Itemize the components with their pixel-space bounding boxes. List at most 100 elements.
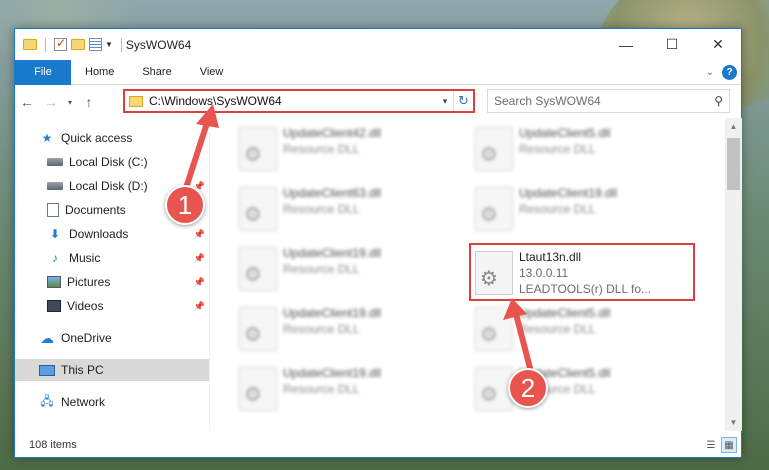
sidebar-item-label: Videos — [67, 299, 104, 313]
file-name: UpdateClient63.dll — [283, 186, 382, 200]
pin-icon[interactable]: 📌 — [194, 229, 205, 240]
sidebar-item-videos[interactable]: Videos 📌 — [15, 295, 209, 317]
list-item[interactable]: UpdateClient63.dll Resource DLL — [239, 185, 459, 237]
tab-home[interactable]: Home — [71, 60, 128, 85]
pin-icon[interactable]: 📌 — [194, 277, 205, 288]
list-item[interactable]: UpdateClient42.dll Resource DLL — [239, 125, 459, 177]
sidebar-item-label: Pictures — [67, 275, 111, 289]
customize-icon[interactable] — [89, 38, 102, 51]
sidebar-item-label: OneDrive — [61, 331, 112, 345]
file-explorer-window: ▼ SysWOW64 — ☐ ✕ File Home Share View ⌄ … — [14, 28, 742, 458]
list-item[interactable]: UpdateClient19.dll Resource DLL — [239, 245, 459, 297]
drive-icon — [47, 158, 63, 166]
sidebar-item-local-disk-c[interactable]: Local Disk (C:) — [15, 151, 209, 173]
details-view-icon[interactable]: ☰ — [703, 437, 719, 453]
navigation-bar: ← → ▾ ↑ C:\Windows\SysWOW64 ▾ ↻ ⚲ — [15, 86, 741, 118]
up-button[interactable]: ↑ — [77, 90, 101, 114]
address-path[interactable]: C:\Windows\SysWOW64 — [149, 94, 437, 108]
dll-file-icon — [475, 187, 513, 231]
file-type: Resource DLL — [283, 382, 360, 396]
pane-divider[interactable] — [209, 121, 210, 431]
folder-icon — [23, 39, 37, 50]
maximize-button[interactable]: ☐ — [649, 29, 695, 60]
file-name: UpdateClient19.dll — [283, 306, 382, 320]
list-item[interactable]: UpdateClient5.dll Resource DLL — [475, 305, 695, 357]
tiles-view-icon[interactable]: ▦ — [721, 437, 737, 453]
scroll-down-icon[interactable]: ▼ — [725, 414, 742, 431]
file-type: Resource DLL — [283, 322, 360, 336]
callout-1: 1 — [165, 185, 205, 225]
ribbon-right-controls: ⌄ ? — [706, 65, 737, 80]
sidebar-item-label: Music — [69, 251, 101, 265]
search-input[interactable] — [494, 94, 715, 108]
this-pc-icon — [39, 364, 55, 376]
vertical-scrollbar[interactable]: ▲ ▼ — [725, 118, 742, 431]
onedrive-icon: ☁ — [40, 329, 54, 346]
list-item[interactable]: UpdateClient19.dll Resource DLL — [239, 305, 459, 357]
list-item[interactable]: UpdateClient5.dll Resource DLL — [475, 125, 695, 177]
music-icon: ♪ — [52, 251, 58, 265]
close-button[interactable]: ✕ — [695, 29, 741, 60]
minimize-button[interactable]: — — [603, 29, 649, 60]
pin-icon[interactable]: 📌 — [194, 253, 205, 264]
sidebar-item-this-pc[interactable]: This PC — [15, 359, 209, 381]
callout-2: 2 — [508, 368, 548, 408]
sidebar-item-downloads[interactable]: ⬇ Downloads 📌 — [15, 223, 209, 245]
star-icon: ★ — [41, 131, 53, 145]
help-button[interactable]: ? — [722, 65, 737, 80]
pictures-icon — [47, 276, 61, 288]
scroll-up-icon[interactable]: ▲ — [725, 118, 742, 135]
file-type: Resource DLL — [283, 142, 360, 156]
window-title: SysWOW64 — [125, 37, 192, 52]
file-description: LEADTOOLS(r) DLL fo... — [519, 282, 652, 296]
sidebar-item-network[interactable]: 🖧 Network — [15, 391, 209, 413]
dll-file-icon — [239, 187, 277, 231]
dll-file-icon — [475, 251, 513, 295]
refresh-button[interactable]: ↻ — [453, 91, 473, 111]
file-type: Resource DLL — [519, 322, 596, 336]
sidebar-item-pictures[interactable]: Pictures 📌 — [15, 271, 209, 293]
ribbon-tabs: File Home Share View ⌄ ? — [15, 59, 741, 85]
dll-file-icon — [239, 247, 277, 291]
expand-ribbon-icon[interactable]: ⌄ — [706, 67, 714, 78]
dll-file-icon — [239, 307, 277, 351]
sidebar-item-quick-access[interactable]: ★ Quick access — [15, 127, 209, 149]
status-bar: 108 items ☰ ▦ — [15, 433, 741, 457]
navigation-pane: ★ Quick access Local Disk (C:) Local Dis… — [15, 121, 209, 431]
tab-file[interactable]: File — [15, 59, 71, 85]
forward-button[interactable]: → — [39, 90, 63, 114]
sidebar-item-label: Network — [61, 395, 106, 409]
dll-file-icon — [239, 127, 277, 171]
folder-icon — [129, 95, 143, 107]
file-name: UpdateClient5.dll — [519, 126, 611, 140]
search-box[interactable]: ⚲ — [487, 89, 730, 113]
chevron-down-icon[interactable]: ▾ — [437, 96, 453, 107]
tab-view[interactable]: View — [186, 60, 238, 85]
list-item-highlighted[interactable]: Ltaut13n.dll 13.0.0.11 LEADTOOLS(r) DLL … — [469, 243, 695, 301]
tab-share[interactable]: Share — [128, 60, 185, 85]
sidebar-item-label: Local Disk (D:) — [69, 179, 148, 193]
window-controls: — ☐ ✕ — [603, 29, 741, 60]
sidebar-item-label: Quick access — [61, 131, 133, 145]
file-name: UpdateClient5.dll — [519, 306, 611, 320]
back-button[interactable]: ← — [15, 90, 39, 114]
list-item[interactable]: UpdateClient19.dll Resource DLL — [475, 185, 695, 237]
file-name: UpdateClient19.dll — [283, 246, 382, 260]
search-icon[interactable]: ⚲ — [714, 94, 723, 108]
title-bar: ▼ SysWOW64 — ☐ ✕ — [15, 29, 741, 60]
address-bar[interactable]: C:\Windows\SysWOW64 ▾ ↻ — [123, 89, 475, 113]
sidebar-item-music[interactable]: ♪ Music 📌 — [15, 247, 209, 269]
recent-locations-button[interactable]: ▾ — [63, 90, 77, 114]
sidebar-item-onedrive[interactable]: ☁ OneDrive — [15, 327, 209, 349]
dll-file-icon — [239, 367, 277, 411]
chevron-down-icon[interactable]: ▼ — [105, 40, 113, 49]
sidebar-item-label: Documents — [65, 203, 126, 217]
pin-icon[interactable]: 📌 — [194, 301, 205, 312]
properties-check-icon[interactable] — [54, 36, 67, 51]
file-list: UpdateClient42.dll Resource DLL UpdateCli… — [211, 121, 723, 431]
scrollbar-thumb[interactable] — [727, 138, 740, 190]
sidebar-item-label: Downloads — [69, 227, 129, 241]
list-item[interactable]: UpdateClient19.dll Resource DLL — [239, 365, 459, 417]
toolbar-separator — [45, 37, 46, 52]
new-folder-icon[interactable] — [71, 39, 85, 50]
